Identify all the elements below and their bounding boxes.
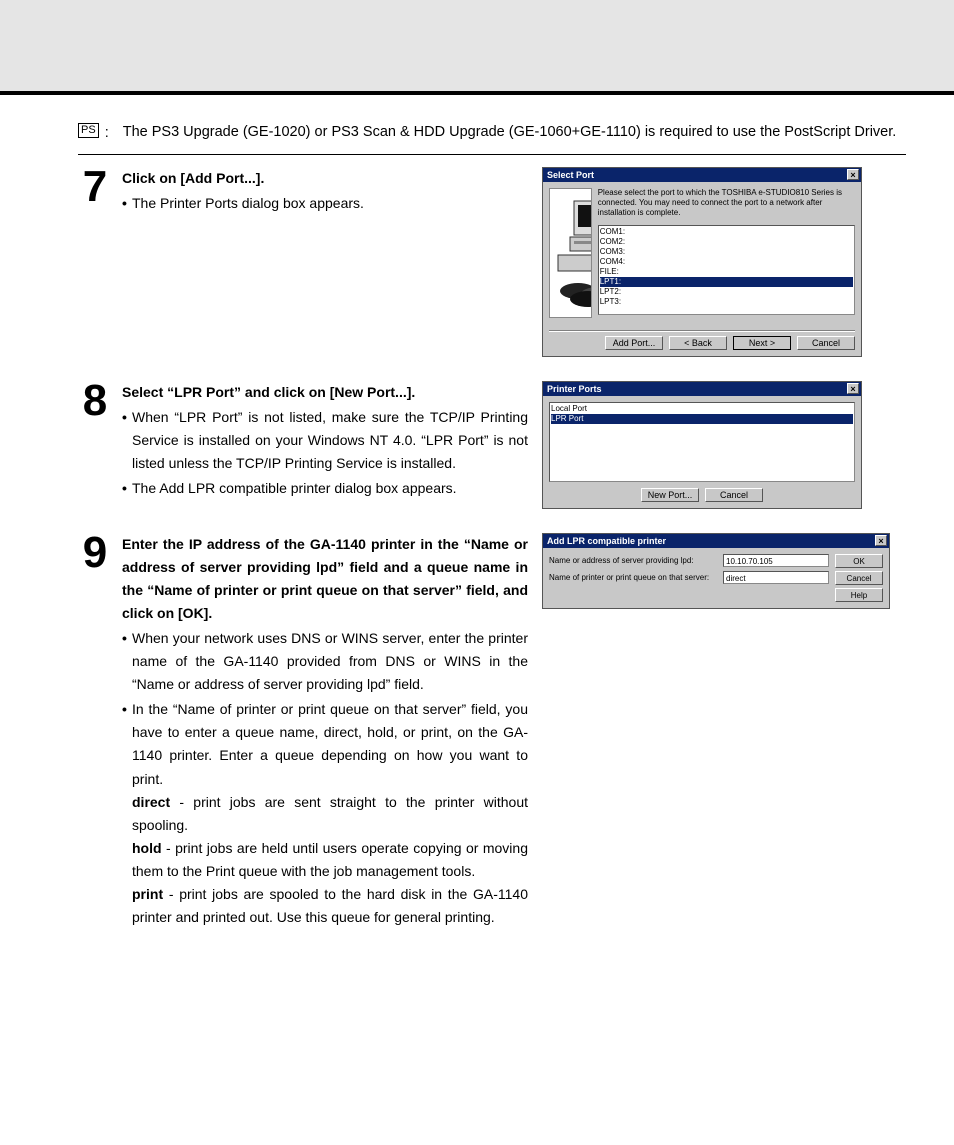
queue-direct-label: direct: [132, 794, 170, 810]
cancel-button[interactable]: Cancel: [835, 571, 883, 585]
divider: [78, 154, 906, 155]
new-port-button[interactable]: New Port...: [641, 488, 699, 502]
step-number-8: 8: [78, 381, 112, 502]
port-item[interactable]: LPT3:: [600, 297, 853, 307]
step-7-bullet-1: •The Printer Ports dialog box appears.: [122, 192, 528, 215]
add-port-button[interactable]: Add Port...: [605, 336, 663, 350]
figure-printer-ports: Printer Ports × Local Port LPR Port New …: [542, 381, 906, 509]
back-button[interactable]: < Back: [669, 336, 727, 350]
list-item[interactable]: Local Port: [551, 404, 853, 414]
step-9: 9 Enter the IP address of the GA-1140 pr…: [78, 533, 906, 932]
ps-colon: :: [105, 121, 109, 146]
port-item[interactable]: COM1:: [600, 227, 853, 237]
port-item[interactable]: LPT2:: [600, 287, 853, 297]
queue-hold-label: hold: [132, 840, 162, 856]
step-9-title: Enter the IP address of the GA-1140 prin…: [122, 533, 528, 625]
next-button[interactable]: Next >: [733, 336, 791, 350]
step-8-bullet-1: •When “LPR Port” is not listed, make sur…: [122, 406, 528, 475]
dialog-title: Select Port: [547, 170, 594, 180]
close-icon[interactable]: ×: [847, 383, 859, 394]
step-8-bullet-2: •The Add LPR compatible printer dialog b…: [122, 477, 528, 500]
dialog-add-lpr: Add LPR compatible printer × Name or add…: [542, 533, 890, 609]
dialog-title: Add LPR compatible printer: [547, 536, 666, 546]
step-number-7: 7: [78, 167, 112, 217]
dialog-printer-ports: Printer Ports × Local Port LPR Port New …: [542, 381, 862, 509]
help-button[interactable]: Help: [835, 588, 883, 602]
figure-add-lpr: Add LPR compatible printer × Name or add…: [542, 533, 906, 609]
port-item[interactable]: FILE:: [600, 267, 853, 277]
port-listbox[interactable]: COM1: COM2: COM3: COM4: FILE: LPT1: LPT2…: [598, 225, 855, 315]
computer-illustration: [549, 188, 592, 318]
queue-print-text: - print jobs are spooled to the hard dis…: [132, 886, 528, 925]
step-7: 7 Click on [Add Port...]. •The Printer P…: [78, 167, 906, 357]
lpd-server-label: Name or address of server providing lpd:: [549, 556, 719, 565]
step-7-title: Click on [Add Port...].: [122, 167, 528, 190]
queue-name-input[interactable]: direct: [723, 571, 829, 584]
step-number-9: 9: [78, 533, 112, 932]
figure-select-port: Select Port ×: [542, 167, 906, 357]
step-8: 8 Select “LPR Port” and click on [New Po…: [78, 381, 906, 509]
close-icon[interactable]: ×: [875, 535, 887, 546]
port-item-selected[interactable]: LPT1:: [600, 277, 853, 287]
queue-print-label: print: [132, 886, 163, 902]
dialog-select-port: Select Port ×: [542, 167, 862, 357]
ps-note-text: The PS3 Upgrade (GE-1020) or PS3 Scan & …: [123, 120, 906, 145]
queue-direct-text: - print jobs are sent straight to the pr…: [132, 794, 528, 833]
lpd-server-input[interactable]: 10.10.70.105: [723, 554, 829, 567]
step-9-bullet-1: •When your network uses DNS or WINS serv…: [122, 627, 528, 696]
cancel-button[interactable]: Cancel: [705, 488, 763, 502]
step-9-bullet-2-text: In the “Name of printer or print queue o…: [132, 701, 528, 786]
step-9-bullet-2: • In the “Name of printer or print queue…: [122, 698, 528, 929]
queue-hold-text: - print jobs are held until users operat…: [132, 840, 528, 879]
dialog-message: Please select the port to which the TOSH…: [598, 188, 855, 219]
port-type-listbox[interactable]: Local Port LPR Port: [549, 402, 855, 482]
ok-button[interactable]: OK: [835, 554, 883, 568]
cancel-button[interactable]: Cancel: [797, 336, 855, 350]
ps-badge: PS: [78, 123, 99, 138]
header-band: [0, 0, 954, 95]
port-item[interactable]: COM4:: [600, 257, 853, 267]
port-item[interactable]: COM2:: [600, 237, 853, 247]
step-8-title: Select “LPR Port” and click on [New Port…: [122, 381, 528, 404]
close-icon[interactable]: ×: [847, 169, 859, 180]
dialog-title: Printer Ports: [547, 384, 602, 394]
queue-name-label: Name of printer or print queue on that s…: [549, 573, 719, 582]
list-item-selected[interactable]: LPR Port: [551, 414, 853, 424]
ps-note: PS : The PS3 Upgrade (GE-1020) or PS3 Sc…: [78, 120, 906, 146]
port-item[interactable]: COM3:: [600, 247, 853, 257]
